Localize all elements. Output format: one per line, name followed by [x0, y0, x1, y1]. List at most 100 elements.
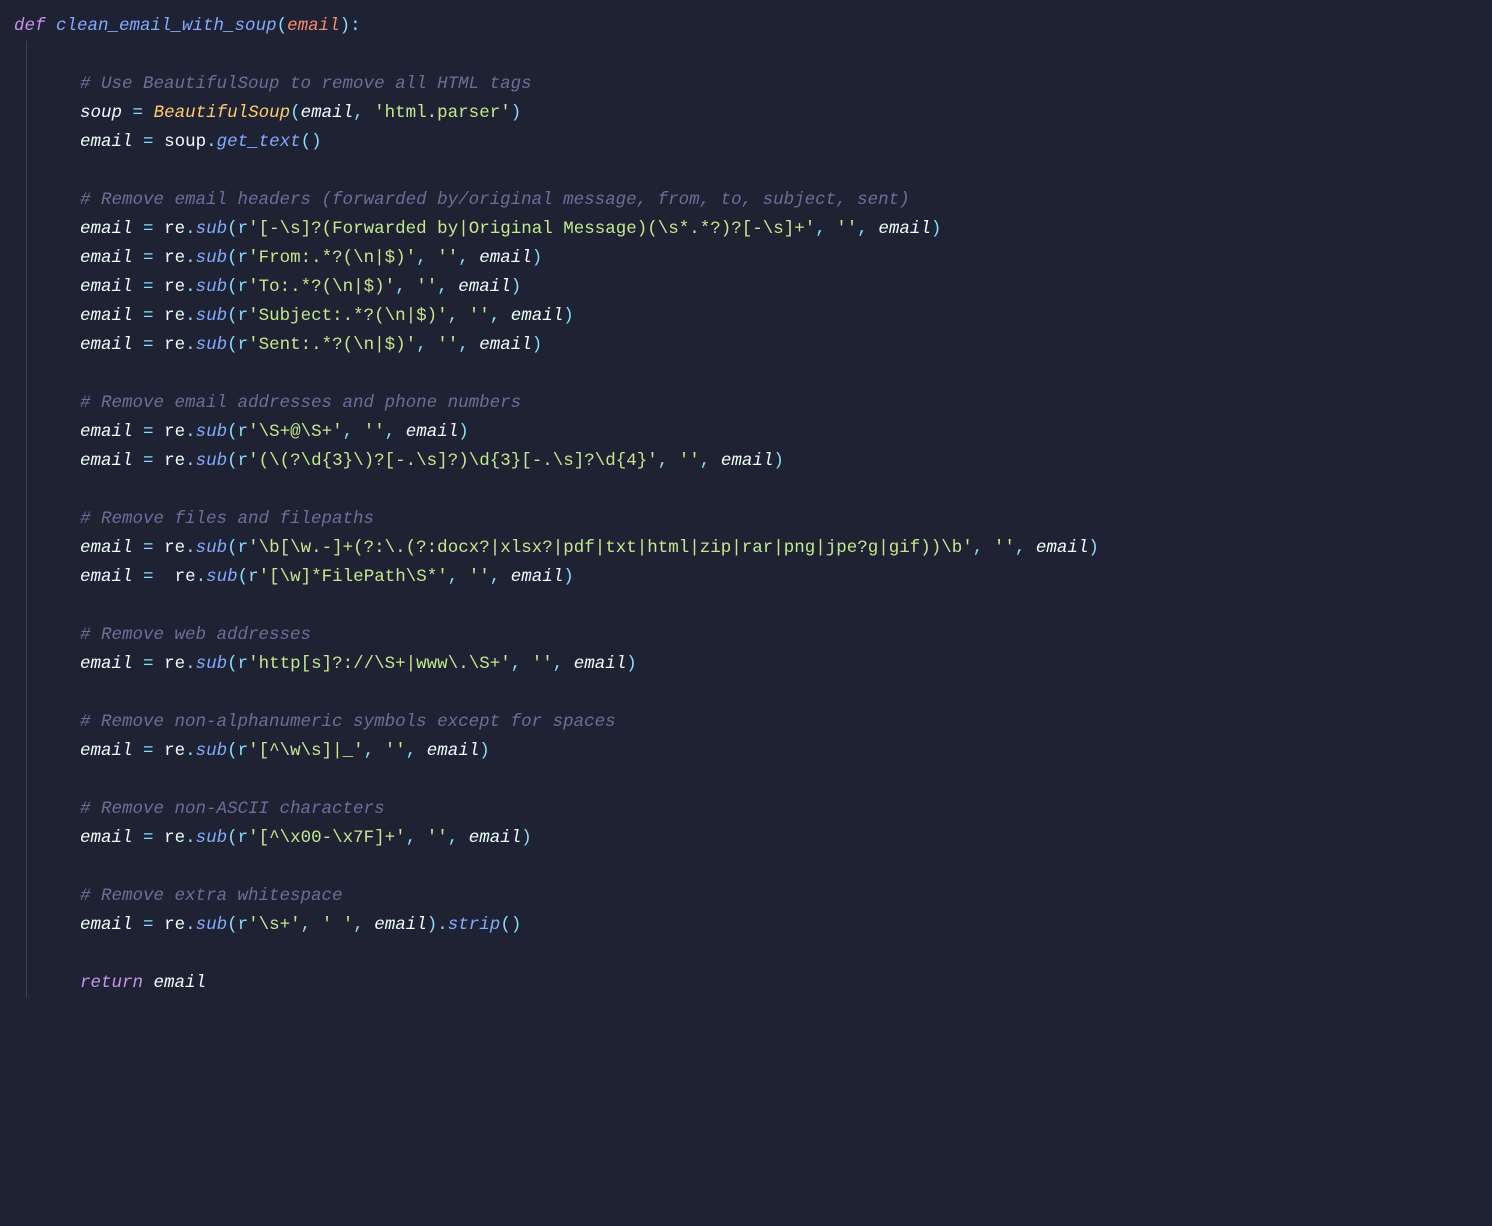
dot: . [185, 422, 196, 442]
comma: , [343, 422, 354, 442]
assign-lhs: email [80, 335, 133, 355]
comma: , [553, 654, 564, 674]
paren-close: ) [931, 219, 942, 239]
assign-op: = [143, 538, 154, 558]
object-name: re [164, 335, 185, 355]
paren-close: ) [532, 335, 543, 355]
arg-string: ' ' [322, 915, 354, 935]
arg-string: '' [469, 306, 490, 326]
object-name: re [164, 277, 185, 297]
method-name: sub [196, 248, 228, 268]
code-line: email = re.sub(r'[^\x00-\x7F]+', '', ema… [0, 824, 1492, 853]
arg-var: email [574, 654, 627, 674]
method-name: sub [196, 277, 228, 297]
code-line: email = soup.get_text() [0, 128, 1492, 157]
assign-lhs: email [80, 451, 133, 471]
paren-open: ( [227, 219, 238, 239]
assign-op: = [143, 248, 154, 268]
object-name: re [164, 915, 185, 935]
assign-op: = [143, 451, 154, 471]
object-name: re [164, 538, 185, 558]
method-name: sub [196, 538, 228, 558]
object-name: re [164, 741, 185, 761]
object-name: re [164, 654, 185, 674]
paren-open: ( [227, 335, 238, 355]
dot: . [185, 538, 196, 558]
method-name: sub [196, 741, 228, 761]
arg-rstring: 'http[s]?://\S+|www\.\S+' [248, 654, 511, 674]
paren-close: ) [458, 422, 469, 442]
comma: , [490, 306, 501, 326]
arg-rstring: '[^\x00-\x7F]+' [248, 828, 406, 848]
assign-op: = [143, 306, 154, 326]
comma: , [448, 828, 459, 848]
arg-var: email [374, 915, 427, 935]
code-line: email = re.sub(r'From:.*?(\n|$)', '', em… [0, 244, 1492, 273]
code-line: # Use BeautifulSoup to remove all HTML t… [0, 70, 1492, 99]
assign-op: = [143, 422, 154, 442]
arg-rstring: 'Subject:.*?(\n|$)' [248, 306, 448, 326]
comma: , [437, 277, 448, 297]
comment: # Remove non-ASCII characters [80, 799, 385, 819]
comma: , [448, 567, 459, 587]
paren-open: ( [227, 248, 238, 268]
arg-var: email [511, 306, 564, 326]
paren-open: ( [227, 828, 238, 848]
object-name: re [175, 567, 196, 587]
code-line [0, 592, 1492, 621]
paren-open: ( [227, 538, 238, 558]
assign-op: = [143, 915, 154, 935]
raw-prefix: r [238, 828, 249, 848]
dot: . [185, 335, 196, 355]
code-line [0, 679, 1492, 708]
raw-prefix: r [238, 277, 249, 297]
assign-op: = [143, 741, 154, 761]
arg-string: '' [437, 335, 458, 355]
comment: # Remove extra whitespace [80, 886, 343, 906]
code-line: email = re.sub(r'Subject:.*?(\n|$)', '',… [0, 302, 1492, 331]
arg-var: email [511, 567, 564, 587]
comma: , [395, 277, 406, 297]
dot: . [185, 915, 196, 935]
arg-rstring: '\S+@\S+' [248, 422, 343, 442]
comment: # Use BeautifulSoup to remove all HTML t… [80, 74, 532, 94]
raw-prefix: r [238, 654, 249, 674]
paren-close: ) [311, 132, 322, 152]
arg-string: '' [994, 538, 1015, 558]
object-name: re [164, 422, 185, 442]
paren-open: ( [290, 103, 301, 123]
raw-prefix: r [238, 451, 249, 471]
raw-prefix: r [238, 915, 249, 935]
comment: # Remove web addresses [80, 625, 311, 645]
code-line-return: return email [0, 969, 1492, 998]
paren-open: ( [227, 451, 238, 471]
code-line [0, 940, 1492, 969]
assign-lhs: email [80, 741, 133, 761]
comma: , [815, 219, 826, 239]
assign-op: = [143, 335, 154, 355]
arg-var: email [1036, 538, 1089, 558]
dot: . [206, 132, 217, 152]
comma: , [458, 248, 469, 268]
code-editor[interactable]: def clean_email_with_soup(email): # Use … [0, 0, 1492, 1030]
function-body: # Use BeautifulSoup to remove all HTML t… [0, 41, 1492, 969]
paren-open: ( [227, 277, 238, 297]
object-name: re [164, 219, 185, 239]
assign-lhs: email [80, 567, 133, 587]
code-line [0, 41, 1492, 70]
method-name: sub [196, 828, 228, 848]
arg-rstring: '[^\w\s]|_' [248, 741, 364, 761]
paren-close: ) [511, 277, 522, 297]
method-name: sub [196, 451, 228, 471]
code-line: # Remove email headers (forwarded by/ori… [0, 186, 1492, 215]
raw-prefix: r [238, 306, 249, 326]
code-line: email = re.sub(r'\S+@\S+', '', email) [0, 418, 1492, 447]
comma: , [458, 335, 469, 355]
class-name: BeautifulSoup [154, 103, 291, 123]
raw-prefix: r [238, 538, 249, 558]
method-name: sub [196, 654, 228, 674]
code-line: # Remove files and filepaths [0, 505, 1492, 534]
assign-lhs: soup [80, 103, 122, 123]
paren-open: ( [301, 132, 312, 152]
code-line: # Remove non-alphanumeric symbols except… [0, 708, 1492, 737]
